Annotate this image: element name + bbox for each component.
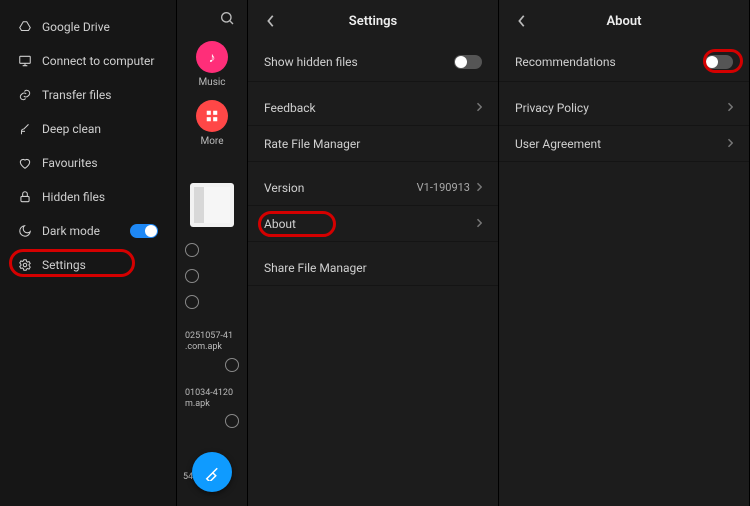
file-name-line: m.apk — [185, 399, 210, 409]
sidebar-item-label: Transfer files — [42, 88, 111, 102]
music-label: Music — [198, 77, 225, 88]
sidebar: Google Drive Connect to computer Transfe… — [0, 0, 176, 506]
chevron-right-icon — [476, 101, 482, 115]
sidebar-item-label: Connect to computer — [42, 54, 154, 68]
settings-header: Settings — [248, 0, 498, 42]
monitor-icon — [18, 54, 32, 68]
sidebar-item-google-drive[interactable]: Google Drive — [0, 10, 176, 44]
file-item-radio-1[interactable] — [177, 237, 247, 263]
chevron-right-icon — [727, 101, 733, 115]
chevron-right-icon — [727, 137, 733, 151]
row-rate[interactable]: Rate File Manager — [248, 126, 498, 162]
dark-mode-toggle[interactable] — [130, 224, 158, 238]
recent-thumbnail[interactable] — [190, 183, 234, 227]
row-label: Feedback — [264, 101, 316, 115]
sidebar-item-hidden-files[interactable]: Hidden files — [0, 180, 176, 214]
about-back-button[interactable] — [511, 10, 533, 32]
row-label: Show hidden files — [264, 55, 358, 69]
sidebar-item-label: Google Drive — [42, 20, 110, 34]
sidebar-item-settings[interactable]: Settings — [0, 248, 176, 282]
google-drive-icon — [18, 20, 32, 34]
row-label: About — [264, 217, 296, 231]
chevron-right-icon — [476, 181, 482, 195]
file-name-line: 0251057-41 — [185, 331, 233, 341]
about-panel: About Recommendations Privacy Policy Use… — [499, 0, 750, 506]
settings-panel: Settings Show hidden files Feedback Rate… — [248, 0, 499, 506]
row-recommendations[interactable]: Recommendations — [499, 42, 749, 82]
search-button[interactable] — [219, 0, 247, 35]
row-user-agreement[interactable]: User Agreement — [499, 126, 749, 162]
row-label: Recommendations — [515, 55, 616, 69]
row-version: Version V1-190913 — [248, 170, 498, 206]
sidebar-item-label: Hidden files — [42, 190, 105, 204]
about-title: About — [499, 14, 749, 29]
sidebar-item-dark-mode[interactable]: Dark mode — [0, 214, 176, 248]
settings-back-button[interactable] — [260, 10, 282, 32]
row-label: Version — [264, 181, 304, 195]
row-label: Privacy Policy — [515, 101, 589, 115]
sidebar-item-deep-clean[interactable]: Deep clean — [0, 112, 176, 146]
row-show-hidden-files[interactable]: Show hidden files — [248, 42, 498, 82]
music-category-button[interactable]: ♪ — [196, 41, 228, 73]
row-share[interactable]: Share File Manager — [248, 250, 498, 286]
row-about[interactable]: About — [248, 206, 498, 242]
version-value: V1-190913 — [417, 181, 470, 194]
chevron-right-icon — [476, 217, 482, 231]
recommendations-toggle[interactable] — [705, 55, 733, 69]
more-category-button[interactable] — [196, 100, 228, 132]
file-item-2[interactable]: 01034-4120 m.apk — [177, 380, 247, 437]
lock-icon — [18, 190, 32, 204]
more-label: More — [200, 136, 223, 147]
file-item-1[interactable]: 0251057-41 .com.apk — [177, 323, 247, 380]
row-privacy-policy[interactable]: Privacy Policy — [499, 90, 749, 126]
gear-icon — [18, 258, 32, 272]
music-note-icon: ♪ — [209, 49, 216, 66]
sidebar-item-label: Dark mode — [42, 224, 100, 238]
file-column: ♪ Music More 0251057-41 .com.apk 01034-4… — [176, 0, 248, 506]
sidebar-item-connect-computer[interactable]: Connect to computer — [0, 44, 176, 78]
broom-icon — [203, 463, 221, 481]
sidebar-item-label: Deep clean — [42, 122, 101, 136]
settings-title: Settings — [248, 14, 498, 29]
moon-icon — [18, 224, 32, 238]
about-header: About — [499, 0, 749, 42]
file-name-line: 01034-4120 — [185, 388, 233, 398]
sidebar-item-transfer-files[interactable]: Transfer files — [0, 78, 176, 112]
sidebar-item-label: Favourites — [42, 156, 98, 170]
brush-icon — [18, 122, 32, 136]
row-feedback[interactable]: Feedback — [248, 90, 498, 126]
sidebar-item-favourites[interactable]: Favourites — [0, 146, 176, 180]
row-label: Rate File Manager — [264, 137, 360, 151]
heart-icon — [18, 156, 32, 170]
clean-fab-button[interactable] — [192, 452, 232, 492]
row-label: User Agreement — [515, 137, 601, 151]
file-item-radio-3[interactable] — [177, 289, 247, 315]
sidebar-item-label: Settings — [42, 258, 86, 272]
show-hidden-toggle[interactable] — [454, 55, 482, 69]
grid-icon — [205, 109, 219, 123]
row-label: Share File Manager — [264, 261, 367, 275]
link-icon — [18, 88, 32, 102]
file-item-radio-2[interactable] — [177, 263, 247, 289]
file-name-line: .com.apk — [185, 342, 222, 352]
